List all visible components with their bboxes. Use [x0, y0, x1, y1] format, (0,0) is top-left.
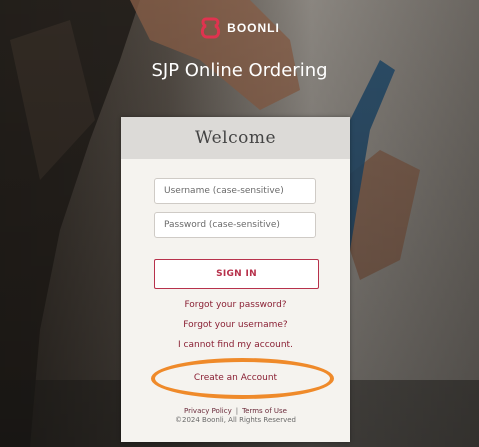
- footer-links: Privacy Policy | Terms of Use: [121, 407, 350, 416]
- footer-separator: |: [235, 407, 239, 415]
- page-title: SJP Online Ordering: [151, 60, 328, 81]
- forgot-username-link[interactable]: Forgot your username?: [121, 320, 350, 330]
- password-input[interactable]: [154, 212, 316, 238]
- footer: Privacy Policy | Terms of Use ©2024 Boon…: [121, 407, 350, 425]
- login-card: Welcome SIGN IN Forgot your password? Fo…: [121, 117, 350, 442]
- brand-name: BOONLI: [227, 21, 280, 35]
- login-card-header: Welcome: [121, 117, 350, 159]
- cannot-find-account-link[interactable]: I cannot find my account.: [121, 340, 350, 350]
- sign-in-button[interactable]: SIGN IN: [154, 259, 319, 289]
- create-account-link[interactable]: Create an Account: [121, 373, 350, 383]
- brand-header: BOONLI: [0, 14, 479, 42]
- boonli-logo-icon: [199, 14, 223, 42]
- welcome-heading: Welcome: [194, 128, 277, 148]
- copyright-text: ©2024 Boonli, All Rights Reserved: [175, 416, 296, 424]
- privacy-policy-link[interactable]: Privacy Policy: [184, 407, 232, 416]
- forgot-password-link[interactable]: Forgot your password?: [121, 300, 350, 310]
- terms-of-use-link[interactable]: Terms of Use: [242, 407, 287, 416]
- username-input[interactable]: [154, 178, 316, 204]
